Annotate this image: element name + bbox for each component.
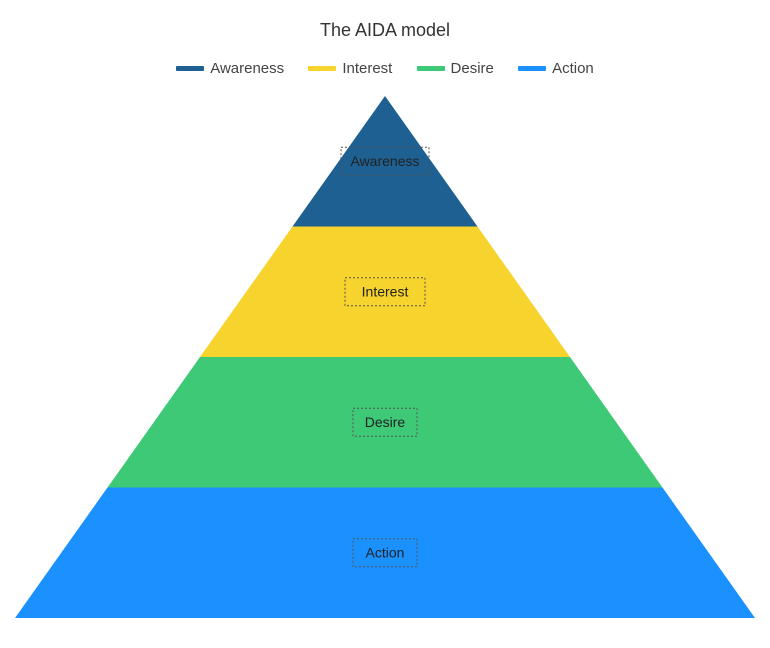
segment-label-awareness: Awareness — [350, 153, 419, 169]
pyramid-segments — [15, 96, 755, 618]
chart-container: The AIDA model Awareness Interest Desire… — [0, 0, 770, 648]
segment-label-desire: Desire — [365, 414, 406, 430]
segment-label-interest: Interest — [362, 283, 409, 299]
pyramid-chart: Awareness Interest Desire Action — [0, 0, 770, 648]
segment-label-action: Action — [366, 544, 405, 560]
